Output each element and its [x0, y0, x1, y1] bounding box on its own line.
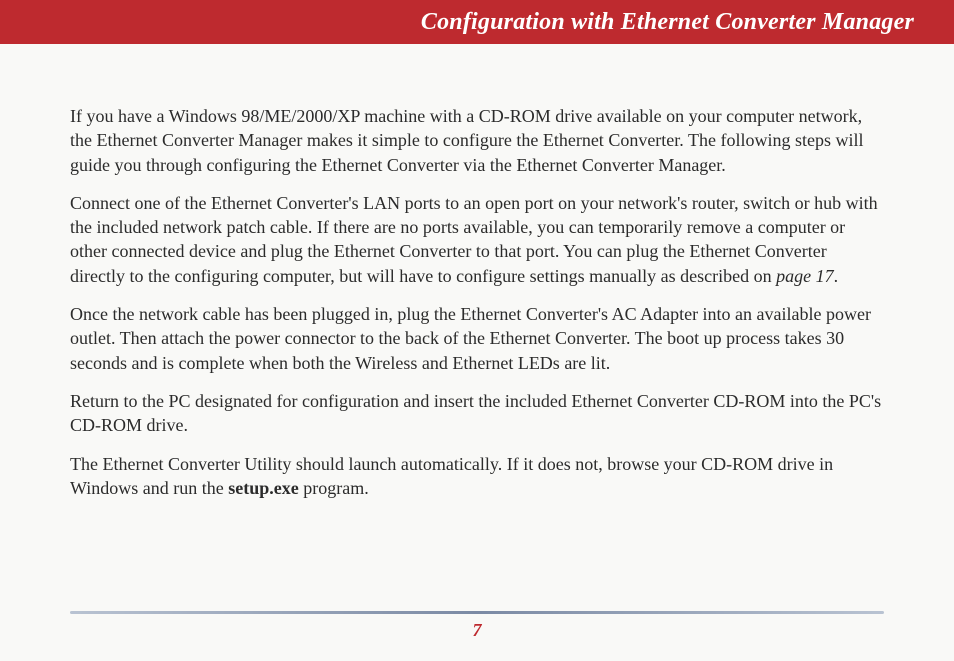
paragraph-5: The Ethernet Converter Utility should la… — [70, 452, 884, 501]
page-reference: page 17 — [776, 266, 834, 286]
page-number: 7 — [70, 620, 884, 641]
page-title: Configuration with Ethernet Converter Ma… — [421, 9, 914, 36]
paragraph-2-text-a: Connect one of the Ethernet Converter's … — [70, 193, 878, 286]
paragraph-3: Once the network cable has been plugged … — [70, 302, 884, 375]
paragraph-2-text-b: . — [834, 266, 839, 286]
paragraph-4: Return to the PC designated for configur… — [70, 389, 884, 438]
paragraph-5-text-b: program. — [299, 478, 369, 498]
document-page: Configuration with Ethernet Converter Ma… — [0, 0, 954, 661]
paragraph-1: If you have a Windows 98/ME/2000/XP mach… — [70, 104, 884, 177]
footer: 7 — [0, 611, 954, 661]
footer-rule — [70, 611, 884, 614]
paragraph-5-text-a: The Ethernet Converter Utility should la… — [70, 454, 833, 498]
header-band: Configuration with Ethernet Converter Ma… — [0, 0, 954, 44]
setup-exe-bold: setup.exe — [228, 478, 299, 498]
body-content: If you have a Windows 98/ME/2000/XP mach… — [0, 44, 954, 611]
paragraph-2: Connect one of the Ethernet Converter's … — [70, 191, 884, 288]
